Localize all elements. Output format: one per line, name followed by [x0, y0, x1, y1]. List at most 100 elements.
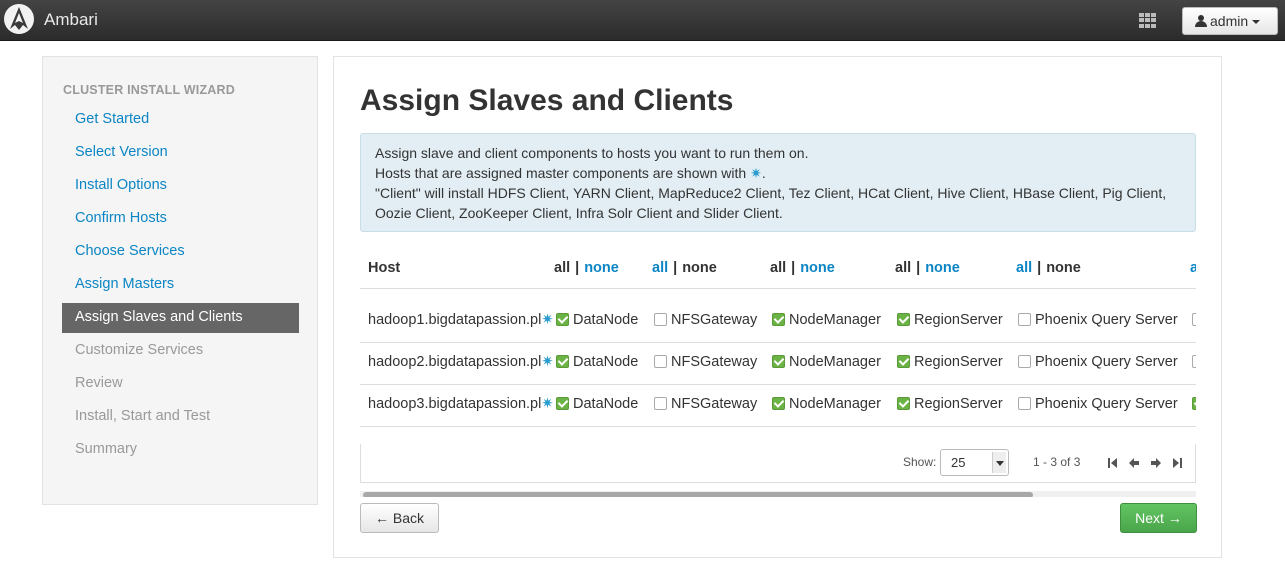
next-column-cell[interactable]: [1192, 354, 1196, 370]
component-label: NodeManager: [789, 354, 881, 370]
step-install-start-test: Install, Start and Test: [75, 408, 211, 424]
phoenix-all[interactable]: all: [1016, 260, 1032, 276]
step-select-version[interactable]: Select Version: [62, 137, 299, 170]
separator: |: [673, 260, 678, 276]
checkbox-unchecked-icon[interactable]: [1192, 313, 1196, 326]
regionserver-cell[interactable]: RegionServer: [897, 312, 1003, 328]
pagination-range: 1 - 3 of 3: [1033, 455, 1081, 469]
alert-line-2-end: .: [761, 165, 766, 181]
nodemanager-cell[interactable]: NodeManager: [772, 396, 881, 412]
previous-page-icon[interactable]: [1128, 457, 1140, 469]
user-icon: [1195, 15, 1207, 27]
checkbox-checked-icon[interactable]: [1192, 397, 1196, 410]
nfsgateway-cell[interactable]: NFSGateway: [654, 312, 757, 328]
next-column-cell[interactable]: [1192, 396, 1196, 412]
step-assign-slaves-and-clients[interactable]: Assign Slaves and Clients: [62, 303, 299, 333]
nfsgateway-cell[interactable]: NFSGateway: [654, 396, 757, 412]
phoenix-cell[interactable]: Phoenix Query Server: [1018, 396, 1178, 412]
master-star-icon: ✷: [541, 396, 554, 412]
phoenix-cell[interactable]: Phoenix Query Server: [1018, 354, 1178, 370]
phoenix-none[interactable]: none: [1046, 260, 1081, 276]
step-customize-services: Customize Services: [75, 342, 204, 358]
alert-line-3: "Client" will install HDFS Client, YARN …: [375, 185, 1167, 221]
datanode-toggle: all | none: [554, 260, 619, 276]
sidebar-title: CLUSTER INSTALL WIZARD: [63, 83, 235, 97]
component-label: NFSGateway: [671, 396, 758, 412]
views-grid-icon[interactable]: [1139, 13, 1156, 28]
host-name-cell: hadoop3.bigdatapassion.pl✷: [368, 396, 554, 412]
page-size-value: 25: [951, 455, 966, 470]
checkbox-checked-icon[interactable]: [897, 355, 910, 368]
master-star-icon: ✷: [541, 354, 554, 370]
wizard-steps: Get Started Select Version Install Optio…: [62, 104, 299, 467]
page-size-select[interactable]: 25: [940, 449, 1009, 476]
component-label: DataNode: [573, 312, 639, 328]
component-label: DataNode: [573, 354, 639, 370]
checkbox-checked-icon[interactable]: [556, 355, 569, 368]
regionserver-cell[interactable]: RegionServer: [897, 396, 1003, 412]
regionserver-none[interactable]: none: [925, 260, 960, 276]
step-assign-masters[interactable]: Assign Masters: [62, 269, 299, 302]
brand-name[interactable]: Ambari: [44, 10, 98, 30]
next-button[interactable]: Next →: [1120, 503, 1197, 533]
table-pagination: Show: 25 1 - 3 of 3: [360, 444, 1196, 483]
step-summary: Summary: [75, 441, 138, 457]
component-label: NodeManager: [789, 312, 881, 328]
next-column-all[interactable]: a: [1190, 260, 1196, 276]
select-arrow-icon: [992, 452, 1006, 473]
next-page-icon[interactable]: [1150, 457, 1162, 469]
nodemanager-cell[interactable]: NodeManager: [772, 312, 881, 328]
checkbox-checked-icon[interactable]: [556, 397, 569, 410]
alert-line-1: Assign slave and client components to ho…: [375, 145, 809, 161]
back-button[interactable]: ← Back: [360, 503, 439, 533]
checkbox-checked-icon[interactable]: [772, 313, 785, 326]
host-name: hadoop1.bigdatapassion.pl: [368, 312, 542, 328]
scrollbar-thumb[interactable]: [363, 492, 1033, 497]
checkbox-checked-icon[interactable]: [556, 313, 569, 326]
datanode-none[interactable]: none: [584, 260, 619, 276]
checkbox-checked-icon[interactable]: [897, 397, 910, 410]
datanode-all[interactable]: all: [554, 260, 570, 276]
caret-down-icon: [1252, 20, 1261, 25]
datanode-cell[interactable]: DataNode: [556, 396, 638, 412]
checkbox-unchecked-icon[interactable]: [654, 397, 667, 410]
nfsgateway-cell[interactable]: NFSGateway: [654, 354, 757, 370]
datanode-cell[interactable]: DataNode: [556, 354, 638, 370]
first-page-icon[interactable]: [1107, 457, 1119, 469]
step-review: Review: [75, 375, 123, 391]
host-name-cell: hadoop2.bigdatapassion.pl✷: [368, 354, 554, 370]
checkbox-checked-icon[interactable]: [772, 355, 785, 368]
checkbox-unchecked-icon[interactable]: [1018, 355, 1031, 368]
step-choose-services[interactable]: Choose Services: [62, 236, 299, 269]
checkbox-unchecked-icon[interactable]: [654, 355, 667, 368]
checkbox-unchecked-icon[interactable]: [1018, 313, 1031, 326]
nfsgateway-all[interactable]: all: [652, 260, 668, 276]
nodemanager-cell[interactable]: NodeManager: [772, 354, 881, 370]
step-confirm-hosts[interactable]: Confirm Hosts: [62, 203, 299, 236]
table-row: hadoop2.bigdatapassion.pl✷ DataNode NFSG…: [360, 343, 1196, 385]
phoenix-cell[interactable]: Phoenix Query Server: [1018, 312, 1178, 328]
nfsgateway-none[interactable]: none: [682, 260, 717, 276]
checkbox-checked-icon[interactable]: [772, 397, 785, 410]
checkbox-checked-icon[interactable]: [897, 313, 910, 326]
next-column-cell[interactable]: [1192, 312, 1196, 328]
datanode-cell[interactable]: DataNode: [556, 312, 638, 328]
alert-line-2: Hosts that are assigned master component…: [375, 163, 1181, 183]
user-menu-button[interactable]: admin: [1182, 7, 1278, 35]
checkbox-unchecked-icon[interactable]: [1192, 355, 1196, 368]
separator: |: [575, 260, 580, 276]
last-page-icon[interactable]: [1171, 457, 1183, 469]
checkbox-unchecked-icon[interactable]: [1018, 397, 1031, 410]
regionserver-cell[interactable]: RegionServer: [897, 354, 1003, 370]
nodemanager-all[interactable]: all: [770, 260, 786, 276]
page-title: Assign Slaves and Clients: [360, 84, 734, 117]
component-label: DataNode: [573, 396, 639, 412]
step-install-options[interactable]: Install Options: [62, 170, 299, 203]
horizontal-scrollbar[interactable]: [360, 491, 1196, 497]
regionserver-all[interactable]: all: [895, 260, 911, 276]
step-get-started[interactable]: Get Started: [62, 104, 299, 137]
nodemanager-none[interactable]: none: [800, 260, 835, 276]
checkbox-unchecked-icon[interactable]: [654, 313, 667, 326]
ambari-logo-icon[interactable]: [3, 3, 35, 35]
nodemanager-toggle: all | none: [770, 260, 835, 276]
